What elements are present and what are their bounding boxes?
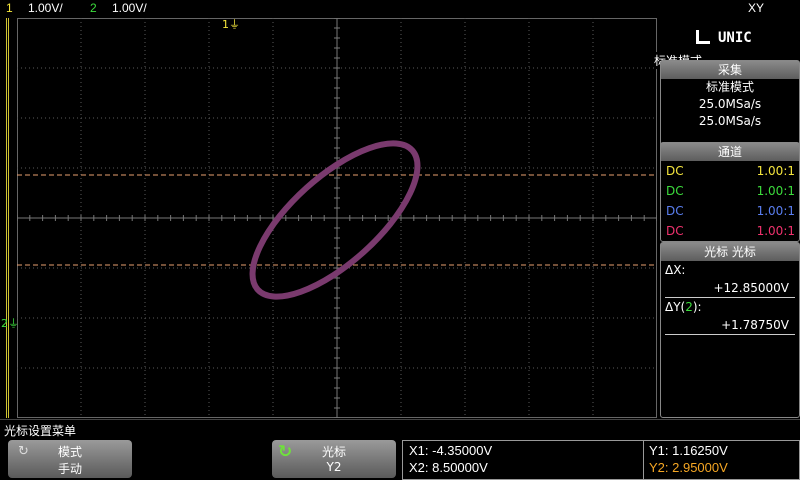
channel-row-1: DC 1.00:1 [666, 164, 795, 178]
menu-title: 光标设置菜单 [4, 424, 77, 438]
mode-softkey-value: 手动 [57, 462, 82, 476]
delta-x-label: ΔX: [665, 263, 686, 277]
channel-row-4: DC 1.00:1 [666, 224, 795, 238]
divider [0, 419, 800, 420]
status-bar: 1 1.00V/ 2 1.00V/ XY [0, 0, 800, 18]
waveform-grid[interactable] [16, 17, 658, 419]
left-margin [0, 18, 16, 418]
unic-logo-icon [696, 30, 710, 44]
mode-softkey-label: 模式 [57, 445, 82, 459]
cursor-softkey-value: Y2 [326, 460, 342, 474]
cursors-header: 光标 光标 [661, 243, 799, 261]
acquire-header: 采集 [661, 61, 799, 79]
ch2-scale: 1.00V/ [112, 1, 147, 15]
sample-rate: 25.0MSa/s [698, 97, 762, 111]
ch1-scale: 1.00V/ [28, 1, 63, 15]
acquire-mode: 标准模式 [705, 80, 754, 94]
channels-header: 通道 [661, 143, 799, 161]
ch1-number: 1 [6, 1, 13, 15]
delta-y-label: ΔY(2): [665, 300, 702, 314]
delta-x-value: +12.85000V [665, 279, 795, 298]
brand-area: UNIC 标准模式 [654, 18, 798, 69]
channels-box[interactable]: 通道 DC 1.00:1 DC 1.00:1 DC 1.00:1 DC 1.00:1 [660, 142, 800, 242]
cursor-softkey-label: 光标 [321, 445, 346, 459]
cursor-readout: X1: -4.35000V X2: 8.50000V Y1: 1.16250V … [402, 440, 800, 480]
x2-readout: X2: 8.50000V [409, 460, 488, 475]
ch2-ground-marker[interactable]: 2⏚ [1, 318, 19, 329]
y1-readout: Y1: 1.16250V [649, 443, 728, 458]
graticule [16, 17, 658, 419]
right-panel: UNIC 标准模式 采集 标准模式 25.0MSa/s 25.0MSa/s 通道… [654, 18, 800, 418]
ch1-ground-marker[interactable]: 1⏚ [222, 19, 240, 30]
ch2-number: 2 [90, 1, 97, 15]
delta-y-value: +1.78750V [665, 316, 795, 335]
cursor-softkey[interactable]: ↻ 光标 Y2 [272, 440, 396, 478]
xy-trace [249, 140, 421, 300]
sample-rate-2: 25.0MSa/s [698, 114, 762, 128]
mode-softkey[interactable]: ↻ 模式 手动 [8, 440, 132, 478]
channel-row-3: DC 1.00:1 [666, 204, 795, 218]
x1-readout: X1: -4.35000V [409, 443, 493, 458]
cursors-box[interactable]: 光标 光标 ΔX: +12.85000V ΔY(2): +1.78750V [660, 242, 800, 418]
display-mode: XY [748, 1, 765, 15]
channel-row-2: DC 1.00:1 [666, 184, 795, 198]
brand-logo: UNIC [718, 30, 752, 46]
y2-readout: Y2: 2.95000V [649, 460, 728, 475]
